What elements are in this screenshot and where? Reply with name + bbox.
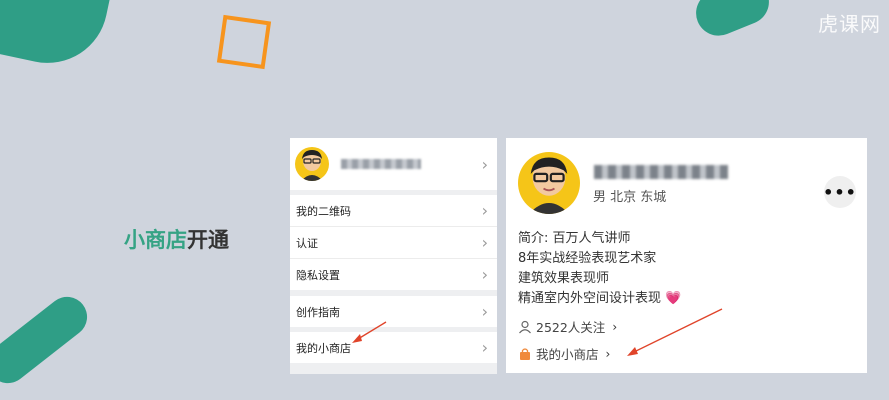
annotation-arrows	[352, 308, 723, 356]
arrowhead-icon	[352, 334, 362, 343]
arrowhead-icon	[627, 347, 638, 356]
arrow-to-menu-shop	[357, 321, 387, 340]
arrow-to-card-shop	[633, 308, 723, 353]
